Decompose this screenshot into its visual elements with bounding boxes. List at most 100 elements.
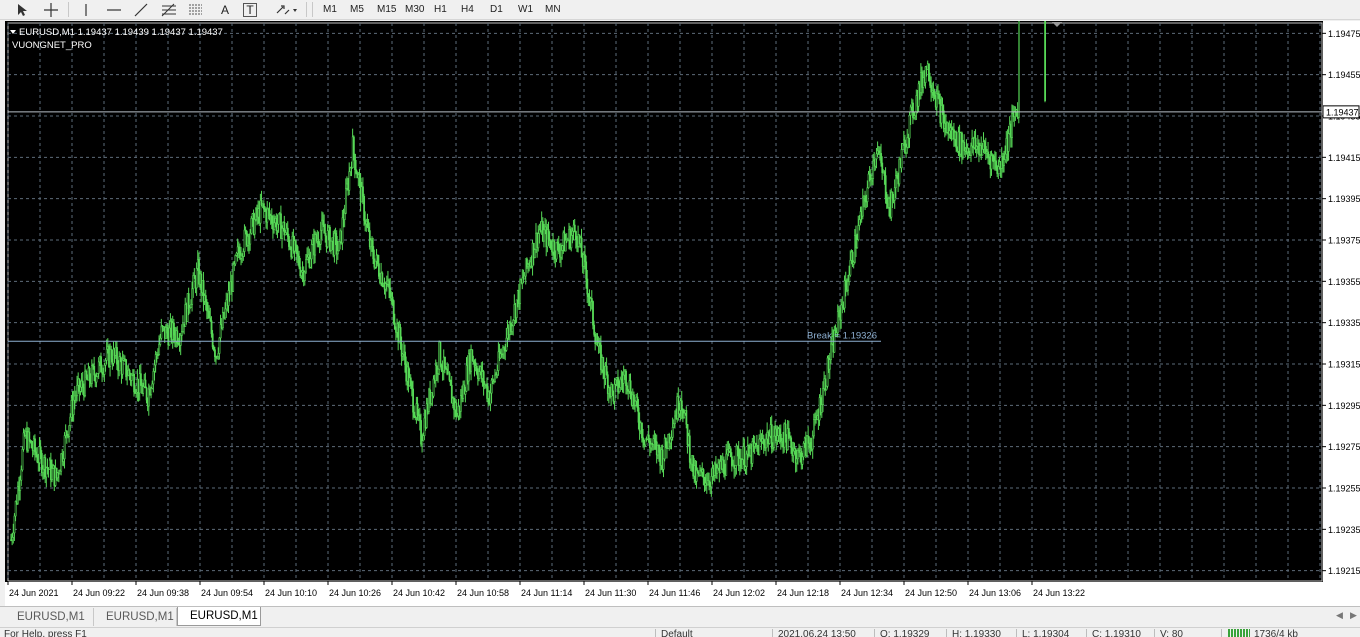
- candle: [187, 287, 190, 316]
- candle: [392, 299, 395, 325]
- candle: [861, 188, 864, 220]
- time-label: 24 Jun 09:54: [201, 588, 253, 598]
- candle: [208, 305, 211, 319]
- candle: [802, 441, 805, 461]
- status-help: For Help, press F1: [4, 629, 87, 637]
- status-traffic: 1736/4 kb: [1254, 629, 1298, 637]
- candle: [1014, 106, 1017, 121]
- timeframe-w1[interactable]: W1: [515, 1, 536, 18]
- timeframe-h4[interactable]: H4: [458, 1, 477, 18]
- candle: [341, 210, 344, 251]
- price-label: 1.19275: [1328, 442, 1360, 452]
- candle: [46, 458, 49, 475]
- candle: [629, 373, 632, 400]
- candle: [634, 400, 637, 413]
- candle: [588, 289, 591, 307]
- candle: [792, 441, 795, 463]
- candle: [471, 349, 474, 362]
- candle: [250, 216, 253, 235]
- candle: [930, 76, 933, 102]
- candle: [408, 368, 411, 387]
- price-chart[interactable]: Break = 1.19326 1.194751.194551.194351.1…: [5, 0, 1360, 606]
- candle: [30, 440, 33, 449]
- candle: [118, 351, 121, 377]
- tab-scroll-right-icon[interactable]: ▶: [1350, 610, 1357, 621]
- candle: [179, 332, 182, 356]
- time-label: 24 Jun 10:26: [329, 588, 381, 598]
- candle: [68, 425, 71, 443]
- timeframe-m30[interactable]: M30: [402, 1, 427, 18]
- candle: [662, 458, 665, 478]
- current-price-label: 1.19437: [1326, 107, 1359, 117]
- tab-scroll-left-icon[interactable]: ◀: [1336, 610, 1343, 621]
- candle: [626, 382, 629, 395]
- candle: [84, 364, 87, 398]
- candle: [650, 438, 652, 453]
- candle: [393, 313, 396, 330]
- candle: [965, 139, 968, 155]
- candle: [17, 481, 19, 506]
- timeframe-m15[interactable]: M15: [374, 1, 399, 18]
- fibonacci-icon[interactable]: [159, 1, 179, 18]
- candle: [214, 346, 216, 362]
- cursor-icon[interactable]: [12, 1, 32, 18]
- vertical-line-icon[interactable]: [76, 1, 96, 18]
- chart-shift-icon[interactable]: [1052, 22, 1062, 27]
- candle: [439, 341, 442, 368]
- candle: [725, 443, 728, 476]
- timeframe-m1[interactable]: M1: [320, 1, 340, 18]
- time-label: 24 Jun 09:38: [137, 588, 189, 598]
- chart-tab-3[interactable]: EURUSD,M1: [177, 607, 261, 626]
- candle: [36, 447, 39, 464]
- candle: [206, 299, 208, 320]
- chart-window[interactable]: Break = 1.19326 1.194751.194551.194351.1…: [5, 0, 1360, 606]
- time-label: 24 Jun 13:22: [1033, 588, 1085, 598]
- time-label: 24 Jun 12:02: [713, 588, 765, 598]
- candle: [222, 307, 224, 331]
- terminal-window: A T M1 M5 M15 M30 H1 H4 D1 W1 MN Break = 1.19326…: [0, 0, 1360, 637]
- candle: [355, 159, 358, 175]
- candle: [503, 346, 506, 360]
- chart-tabs: EURUSD,M1 EURUSD,M1 EURUSD,M1 ◀ ▶: [0, 606, 1360, 626]
- candle: [758, 434, 761, 456]
- candle: [354, 153, 356, 179]
- candle: [869, 169, 872, 187]
- candle: [1013, 105, 1016, 127]
- timeframe-h1[interactable]: H1: [431, 1, 450, 18]
- candle: [366, 213, 369, 229]
- candle: [72, 390, 75, 422]
- time-label: 24 Jun 10:42: [393, 588, 445, 598]
- timeframe-m5[interactable]: M5: [347, 1, 367, 18]
- candle: [330, 240, 332, 255]
- chart-tab-1[interactable]: EURUSD,M1: [5, 608, 94, 626]
- chart-overlays: Break = 1.19326: [8, 111, 1322, 342]
- chart-tab-2[interactable]: EURUSD,M1: [94, 608, 177, 626]
- gann-fan-icon[interactable]: [186, 1, 206, 18]
- candle: [432, 375, 435, 399]
- trendline-icon[interactable]: [131, 1, 151, 18]
- status-datetime: 2021.06.24 13:50: [778, 629, 856, 637]
- connection-bars-icon: [1228, 629, 1250, 637]
- text-label-icon[interactable]: T: [243, 3, 257, 17]
- candle: [407, 362, 410, 393]
- candle: [895, 168, 897, 198]
- candle: [617, 369, 619, 400]
- candle: [323, 214, 326, 234]
- crosshair-icon[interactable]: [41, 1, 61, 18]
- time-label: 24 Jun 09:22: [73, 588, 125, 598]
- status-volume: V: 80: [1160, 629, 1183, 637]
- candle: [940, 96, 943, 129]
- horizontal-line-icon[interactable]: [104, 1, 124, 18]
- arrow-tools-icon[interactable]: [273, 1, 301, 18]
- candle: [304, 270, 306, 286]
- candle: [625, 369, 627, 395]
- timeframe-d1[interactable]: D1: [487, 1, 506, 18]
- price-label: 1.19215: [1328, 566, 1360, 576]
- candle: [498, 343, 501, 362]
- text-icon[interactable]: A: [215, 1, 235, 18]
- candle: [874, 158, 877, 171]
- candle: [538, 223, 541, 244]
- candle: [13, 513, 16, 541]
- price-label: 1.19315: [1328, 360, 1360, 370]
- timeframe-mn[interactable]: MN: [542, 1, 564, 18]
